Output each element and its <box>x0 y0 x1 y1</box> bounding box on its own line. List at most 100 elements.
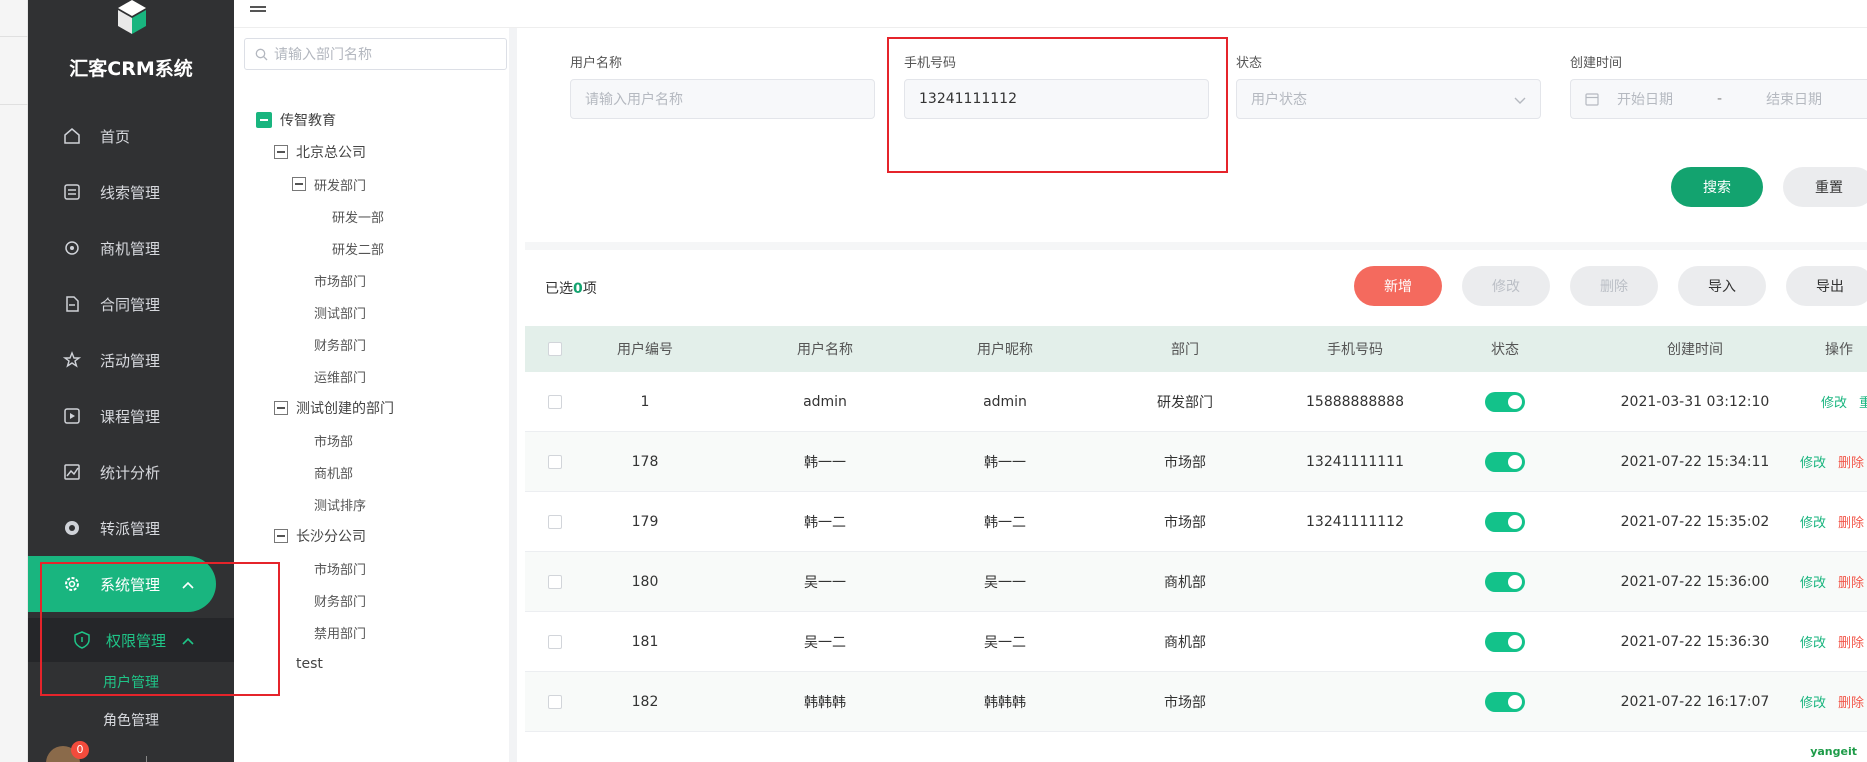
toggle-switch[interactable] <box>1485 511 1525 532</box>
row-select[interactable] <box>525 612 585 671</box>
tree-node[interactable]: 研发一部 <box>332 202 384 230</box>
toggle-switch[interactable] <box>1485 631 1525 652</box>
collapse-icon[interactable] <box>274 145 288 159</box>
row-edit-link[interactable]: 修改 <box>1800 632 1826 651</box>
tree-node[interactable]: 测试排序 <box>314 490 366 518</box>
tree-node[interactable]: 财务部门 <box>314 330 366 358</box>
status-toggle[interactable] <box>1465 552 1545 611</box>
row-delete-link[interactable]: 删除 <box>1838 572 1864 591</box>
status-toggle[interactable] <box>1465 432 1545 491</box>
toggle-switch[interactable] <box>1485 571 1525 592</box>
sidebar-item-clues[interactable]: 线索管理 <box>28 164 234 220</box>
cell-phone <box>1285 612 1425 671</box>
row-edit-link[interactable]: 修改 <box>1821 392 1847 411</box>
cell-phone <box>1285 672 1425 731</box>
checkbox[interactable] <box>548 694 562 709</box>
toggle-switch[interactable] <box>1485 451 1525 472</box>
date-range-picker[interactable]: 开始日期 - 结束日期 <box>1570 79 1867 119</box>
row-select[interactable] <box>525 552 585 611</box>
chevron-down-icon <box>1514 93 1526 109</box>
row-edit-link[interactable]: 修改 <box>1800 452 1826 471</box>
status-toggle[interactable] <box>1465 492 1545 551</box>
sidebar-item-system[interactable]: 系统管理 <box>28 556 216 612</box>
checkbox[interactable] <box>548 634 562 649</box>
checkbox[interactable] <box>548 342 562 356</box>
tree-node[interactable]: 财务部门 <box>314 586 366 614</box>
tree-node[interactable]: 测试部门 <box>314 298 366 326</box>
row-delete-link[interactable]: 删除 <box>1838 512 1864 531</box>
tree-node[interactable]: 禁用部门 <box>314 618 366 646</box>
tree-node[interactable]: 传智教育 <box>256 106 336 134</box>
row-select[interactable] <box>525 492 585 551</box>
search-button[interactable]: 搜索 <box>1671 167 1763 207</box>
status-toggle[interactable] <box>1465 672 1545 731</box>
tree-node[interactable]: 研发部门 <box>292 170 366 198</box>
add-button[interactable]: 新增 <box>1354 266 1442 306</box>
sidebar-item-business[interactable]: 商机管理 <box>28 220 234 276</box>
reset-button[interactable]: 重置 <box>1783 167 1867 207</box>
sidebar-item-contracts[interactable]: 合同管理 <box>28 276 234 332</box>
row-select[interactable] <box>525 672 585 731</box>
menu-toggle-icon[interactable] <box>250 0 266 16</box>
tree-node[interactable]: 测试创建的部门 <box>274 394 394 422</box>
cell-department: 市场部 <box>1164 514 1206 531</box>
header-select-all[interactable] <box>525 326 585 372</box>
sidebar-leaf-users[interactable]: 用户管理 <box>28 665 234 699</box>
row-reset-link[interactable]: 重 <box>1859 392 1867 411</box>
row-delete-link[interactable]: 删除 <box>1838 692 1864 711</box>
checkbox[interactable] <box>548 394 562 409</box>
sidebar-item-label: 合同管理 <box>100 295 161 314</box>
tree-node[interactable]: 商机部 <box>314 458 353 486</box>
edit-button[interactable]: 修改 <box>1462 266 1550 306</box>
tree-node[interactable]: 市场部门 <box>314 554 366 582</box>
collapse-icon[interactable] <box>274 529 288 543</box>
sidebar-item-transfer[interactable]: 转派管理 <box>28 500 234 556</box>
start-date-placeholder[interactable]: 开始日期 <box>1617 89 1673 109</box>
checkbox[interactable] <box>548 514 562 529</box>
cell-username: 韩韩韩 <box>804 694 846 711</box>
status-toggle[interactable] <box>1465 612 1545 671</box>
calendar-icon <box>1585 92 1599 106</box>
checkbox[interactable] <box>548 454 562 469</box>
chevron-up-icon <box>182 575 194 593</box>
sidebar-item-activities[interactable]: 活动管理 <box>28 332 234 388</box>
import-button[interactable]: 导入 <box>1678 266 1766 306</box>
toggle-switch[interactable] <box>1485 691 1525 712</box>
row-select[interactable] <box>525 432 585 491</box>
row-edit-link[interactable]: 修改 <box>1800 572 1826 591</box>
cell-username: 吴一一 <box>804 574 846 591</box>
tree-node[interactable]: 运维部门 <box>314 362 366 390</box>
cell-created: 2021-03-31 03:12:10 <box>1620 393 1770 410</box>
selected-count-text: 已选0项 <box>545 278 597 298</box>
row-select[interactable] <box>525 372 585 431</box>
end-date-placeholder[interactable]: 结束日期 <box>1766 89 1822 109</box>
sidebar-item-statistics[interactable]: 统计分析 <box>28 444 234 500</box>
row-edit-link[interactable]: 修改 <box>1800 512 1826 531</box>
collapse-icon[interactable] <box>256 112 272 128</box>
sidebar-item-home[interactable]: 首页 <box>28 108 234 164</box>
sidebar-submenu-permissions[interactable]: 权限管理 <box>28 618 234 662</box>
collapse-icon[interactable] <box>274 401 288 415</box>
checkbox[interactable] <box>548 574 562 589</box>
row-edit-link[interactable]: 修改 <box>1800 692 1826 711</box>
tree-node[interactable]: 市场部 <box>314 426 353 454</box>
table-row: 181 吴一二 吴一二 商机部 2021-07-22 15:36:30 修改 删除 <box>525 612 1867 672</box>
toggle-switch[interactable] <box>1485 391 1525 412</box>
row-delete-link[interactable]: 删除 <box>1838 632 1864 651</box>
status-select[interactable]: 用户状态 <box>1236 79 1541 119</box>
phone-input[interactable]: 13241111112 <box>904 79 1209 119</box>
department-search-input[interactable]: 请输入部门名称 <box>244 38 507 70</box>
tree-node[interactable]: 北京总公司 <box>274 138 366 166</box>
collapse-icon[interactable] <box>292 177 306 191</box>
tree-node[interactable]: 长沙分公司 <box>274 522 366 550</box>
status-toggle[interactable] <box>1465 372 1545 431</box>
tree-node[interactable]: test <box>296 650 323 678</box>
header-username: 用户名称 <box>797 342 853 358</box>
export-button[interactable]: 导出 <box>1786 266 1867 306</box>
tree-node[interactable]: 市场部门 <box>314 266 366 294</box>
sidebar-item-courses[interactable]: 课程管理 <box>28 388 234 444</box>
row-delete-link[interactable]: 删除 <box>1838 452 1864 471</box>
delete-button[interactable]: 删除 <box>1570 266 1658 306</box>
tree-node[interactable]: 研发二部 <box>332 234 384 262</box>
username-input[interactable]: 请输入用户名称 <box>570 79 875 119</box>
